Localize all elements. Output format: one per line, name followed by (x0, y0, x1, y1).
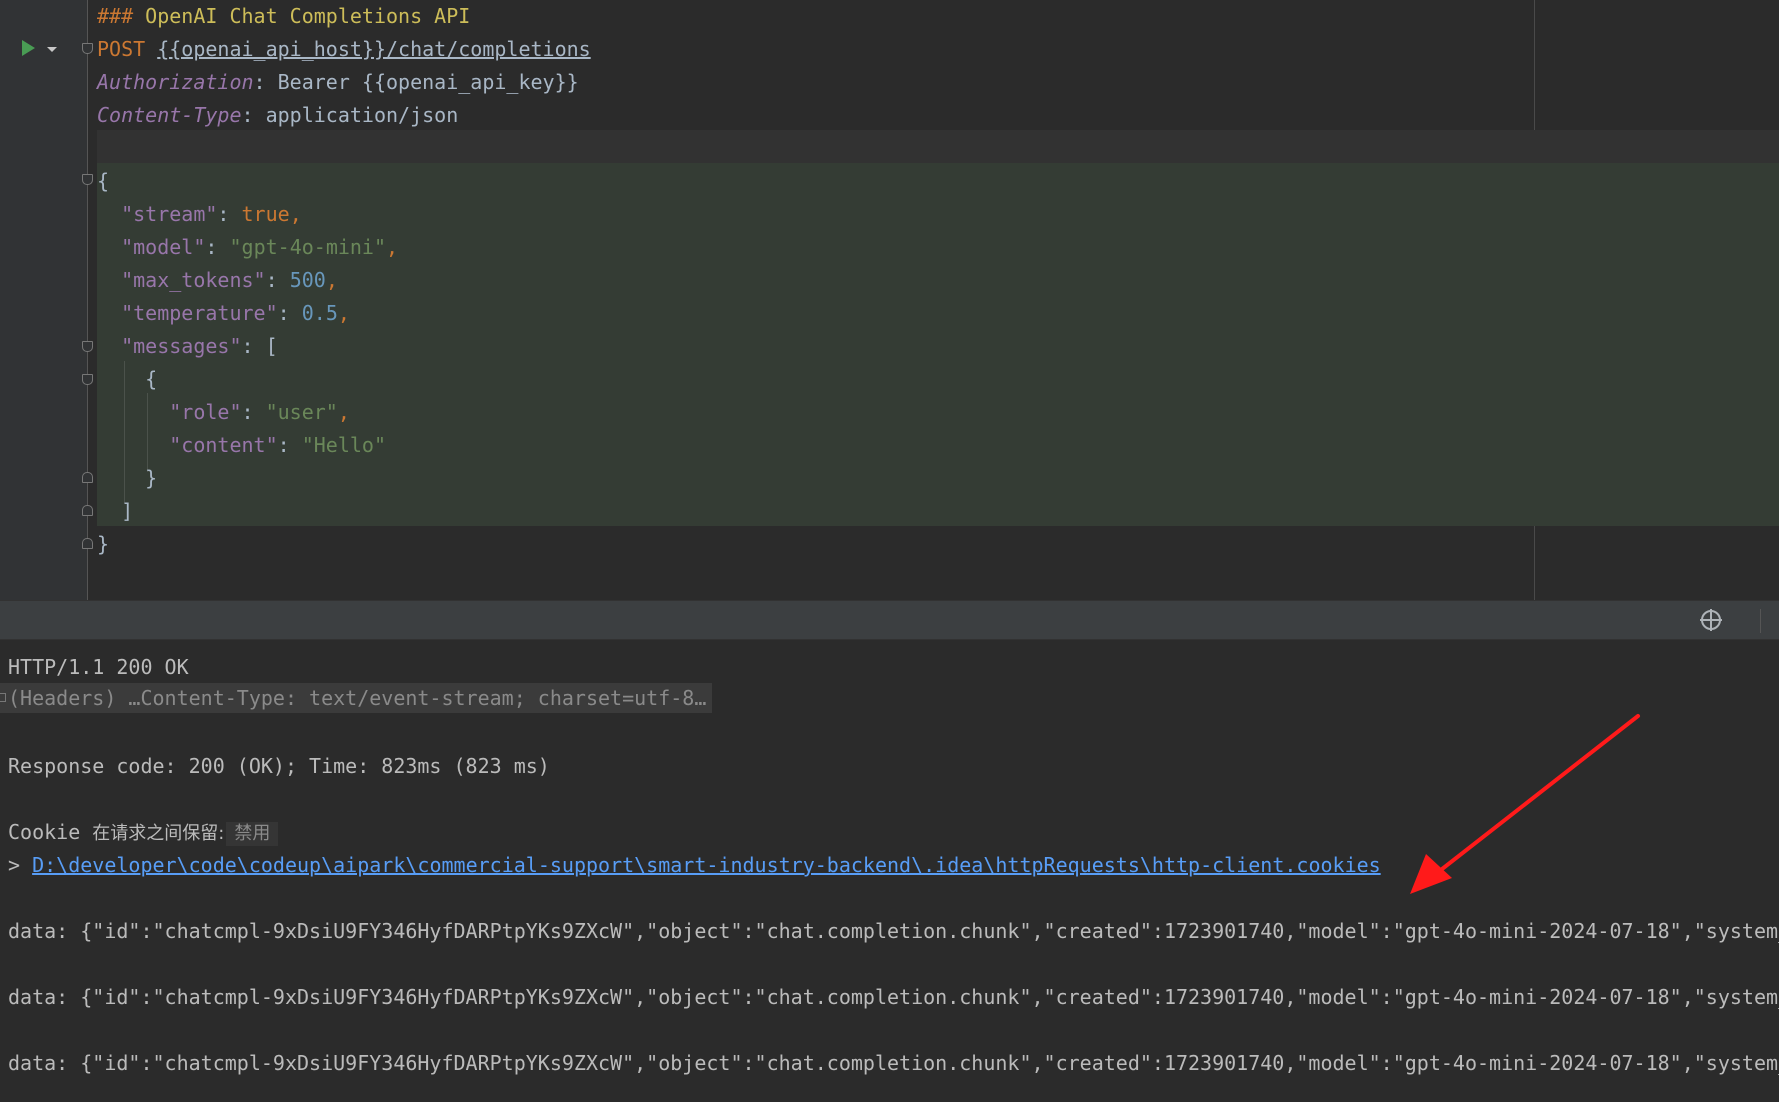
json-line-stream: "stream": true, (121, 202, 302, 226)
json-line-messages: "messages": [ (121, 334, 278, 358)
json-line-content: "content": "Hello" (169, 433, 387, 457)
target-icon[interactable] (1700, 609, 1722, 631)
json-value: "user" (265, 400, 338, 424)
request-title: OpenAI Chat Completions API (145, 4, 471, 28)
http-client-window: ### OpenAI Chat Completions API POST {{o… (0, 0, 1779, 1102)
header-line-content-type: Content-Type: application/json (97, 103, 459, 127)
response-console[interactable]: HTTP/1.1 200 OK (Headers) …Content-Type:… (0, 640, 1779, 1102)
sse-data-line: data: {"id":"chatcmpl-9xDsiU9FY346HyfDAR… (8, 985, 1779, 1009)
request-line: POST {{openai_api_host}}/chat/completion… (97, 33, 591, 66)
response-status-line: HTTP/1.1 200 OK (8, 655, 189, 679)
request-editor[interactable]: ### OpenAI Chat Completions API POST {{o… (0, 0, 1779, 600)
cookie-keep-toggle[interactable]: 禁用 (226, 821, 279, 846)
request-method: POST (97, 37, 146, 61)
json-key: "messages" (121, 334, 242, 358)
json-line-max-tokens: "max_tokens": 500, (121, 268, 338, 292)
editor-gutter (0, 0, 88, 600)
header-value: Bearer {{openai_api_key}} (277, 70, 579, 94)
chevron-down-icon[interactable] (47, 47, 57, 52)
toolbar-separator (1760, 609, 1761, 633)
json-line-model: "model": "gpt-4o-mini", (121, 235, 399, 259)
fold-request-icon[interactable] (82, 43, 93, 54)
json-key: "stream" (121, 202, 218, 226)
cookie-path-line: > D:\developer\code\codeup\aipark\commer… (8, 849, 1381, 882)
cookie-file-link[interactable]: D:\developer\code\codeup\aipark\commerci… (32, 853, 1381, 877)
run-request-icon[interactable] (22, 40, 35, 56)
cookie-settings-line: Cookie 在请求之间保留: 禁用 (8, 816, 279, 849)
json-key: "temperature" (121, 301, 278, 325)
json-value: true (241, 202, 290, 226)
fold-message-object-close-icon[interactable] (82, 472, 93, 483)
json-key: "max_tokens" (121, 268, 266, 292)
json-key: "content" (169, 433, 278, 457)
fold-messages-close-icon[interactable] (82, 505, 93, 516)
json-value: "gpt-4o-mini" (229, 235, 387, 259)
json-message-close: } (145, 466, 158, 490)
json-array-close: ] (121, 499, 134, 523)
response-code-line: Response code: 200 (OK); Time: 823ms (82… (8, 754, 550, 778)
json-key: "role" (169, 400, 242, 424)
cookie-label: Cookie (8, 820, 81, 844)
json-value: 500 (289, 268, 326, 292)
json-key: "model" (121, 235, 206, 259)
header-key: Content-Type (97, 103, 242, 127)
request-url[interactable]: {{openai_api_host}}/chat/completions (157, 37, 590, 61)
header-value: application/json (265, 103, 459, 127)
fold-body-open-icon[interactable] (82, 174, 93, 185)
cookie-keep-label: 在请求之间保留: (92, 823, 225, 844)
header-key: Authorization (97, 70, 254, 94)
response-toolbar (0, 600, 1779, 640)
json-value: "Hello" (301, 433, 387, 457)
sse-data-line: data: {"id":"chatcmpl-9xDsiU9FY346HyfDAR… (8, 919, 1779, 943)
json-body-highlight (97, 163, 1779, 526)
fold-messages-open-icon[interactable] (82, 341, 93, 352)
json-close-brace: } (97, 532, 110, 556)
json-value: 0.5 (301, 301, 338, 325)
current-line-band (97, 130, 1779, 163)
json-open-brace: { (97, 169, 110, 193)
fold-body-close-icon[interactable] (82, 538, 93, 549)
json-line-temperature: "temperature": 0.5, (121, 301, 350, 325)
response-headers-collapsed[interactable]: (Headers) …Content-Type: text/event-stre… (0, 683, 713, 713)
json-line-role: "role": "user", (169, 400, 350, 424)
comment-marker: ### (97, 4, 134, 28)
header-line-authorization: Authorization: Bearer {{openai_api_key}} (97, 70, 579, 94)
json-message-open: { (145, 367, 158, 391)
fold-message-object-open-icon[interactable] (82, 374, 93, 385)
request-comment-line: ### OpenAI Chat Completions API (97, 0, 470, 33)
sse-data-line: data: {"id":"chatcmpl-9xDsiU9FY346HyfDAR… (8, 1051, 1779, 1075)
cookie-prompt: > (8, 853, 21, 877)
